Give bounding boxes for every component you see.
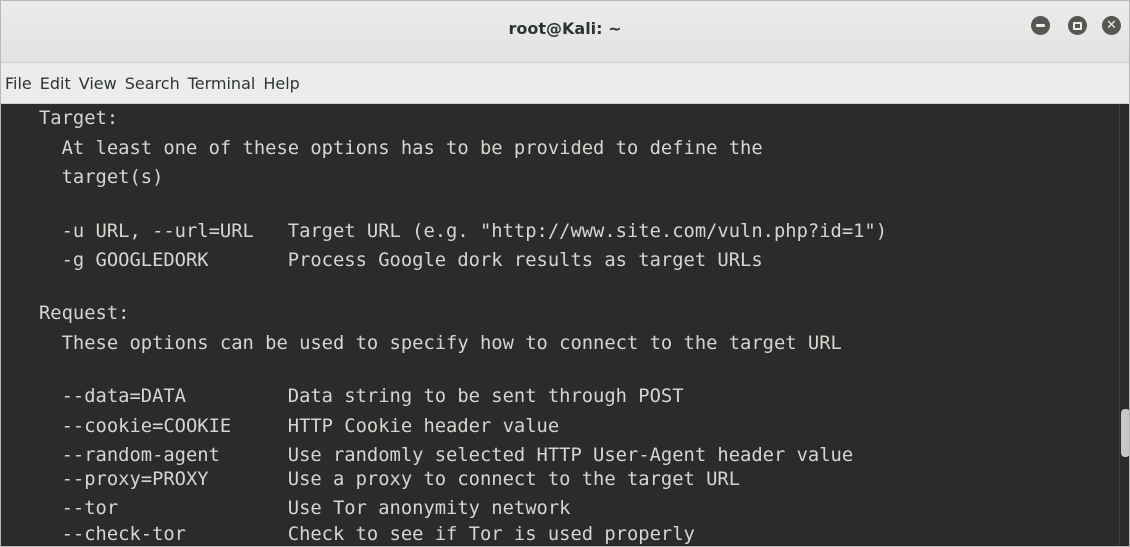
terminal-line: target(s) [39, 167, 164, 188]
window-title: root@Kali: ~ [508, 19, 622, 38]
terminal-line: These options can be used to specify how… [39, 333, 842, 354]
menu-bar: File Edit View Search Terminal Help [1, 63, 1129, 104]
terminal-line: --random-agent Use randomly selected HTT… [39, 445, 854, 466]
menu-help[interactable]: Help [263, 74, 299, 93]
terminal-line: Request: [39, 303, 130, 324]
terminal-line: --cookie=COOKIE HTTP Cookie header value [39, 416, 560, 437]
menu-search[interactable]: Search [125, 74, 180, 93]
terminal-output[interactable]: Target: At least one of these options ha… [1, 104, 1119, 546]
minimize-button[interactable] [1031, 16, 1050, 35]
terminal-line: -g GOOGLEDORK Process Google dork result… [39, 250, 763, 271]
terminal-line: --proxy=PROXY Use a proxy to connect to … [39, 469, 741, 490]
menu-edit[interactable]: Edit [40, 74, 71, 93]
terminal-line: -u URL, --url=URL Target URL (e.g. "http… [39, 221, 888, 242]
menu-file[interactable]: File [5, 74, 32, 93]
terminal-line: --check-tor Check to see if Tor is used … [39, 524, 695, 545]
menu-view[interactable]: View [79, 74, 117, 93]
maximize-icon [1073, 21, 1082, 30]
close-icon: ✕ [1106, 18, 1117, 33]
terminal-line: --data=DATA Data string to be sent throu… [39, 386, 684, 407]
terminal-line: Target: [39, 108, 119, 129]
terminal-line: --tor Use Tor anonymity network [39, 498, 571, 519]
terminal-line: At least one of these options has to be … [39, 138, 763, 159]
title-bar[interactable]: root@Kali: ~ ✕ [1, 1, 1129, 63]
close-button[interactable]: ✕ [1102, 16, 1121, 35]
maximize-button[interactable] [1068, 16, 1087, 35]
minimize-icon [1036, 24, 1045, 27]
scrollbar-thumb[interactable] [1121, 409, 1129, 457]
scrollbar[interactable] [1119, 104, 1129, 546]
terminal-window: root@Kali: ~ ✕ File Edit View Search Ter… [0, 0, 1130, 547]
menu-terminal[interactable]: Terminal [188, 74, 256, 93]
